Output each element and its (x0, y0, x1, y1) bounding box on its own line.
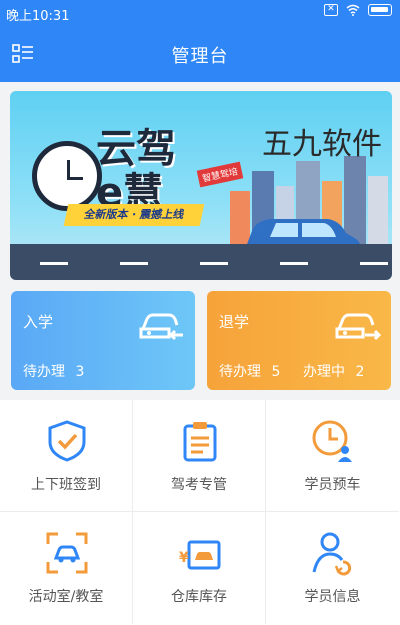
menu-item-label: 上下班签到 (31, 477, 101, 493)
shield-check-icon (48, 420, 86, 462)
car-out-icon (335, 313, 381, 341)
withdraw-card[interactable]: 退学 待办理 5 办理中 2 (207, 291, 391, 390)
menu-item-booking[interactable]: 学员预车 (266, 400, 399, 512)
enroll-pending: 待办理 3 (23, 361, 84, 381)
enroll-pending-label: 待办理 (23, 364, 65, 380)
menu-item-label: 仓库库存 (171, 589, 227, 605)
withdraw-processing-count: 2 (355, 364, 365, 380)
withdraw-card-title: 退学 (219, 313, 250, 331)
navbar: 管理台 (0, 26, 400, 82)
page-title: 管理台 (171, 46, 229, 67)
banner-slogan: 全新版本 · 震撼上线 (63, 204, 205, 226)
clipboard-icon (183, 422, 217, 462)
status-time: 晚上10:31 (6, 9, 70, 24)
withdraw-pending: 待办理 5 (219, 361, 280, 381)
warehouse-car-icon: ¥ (179, 540, 221, 570)
battery-icon (368, 4, 392, 16)
status-icons: ✕ (324, 4, 392, 16)
withdraw-pending-count: 5 (271, 364, 281, 380)
enroll-pending-count: 3 (75, 364, 85, 380)
menu-item-classroom[interactable]: 活动室/教室 (0, 512, 133, 624)
clock-user-icon (312, 420, 352, 462)
menu-item-warehouse[interactable]: ¥ 仓库库存 (133, 512, 266, 624)
clock-icon (32, 141, 102, 211)
status-bar: 晚上10:31 ✕ (0, 0, 400, 26)
menu-item-checkin[interactable]: 上下班签到 (0, 400, 133, 512)
watermark-text: 五九软件 (262, 127, 382, 162)
withdraw-processing: 办理中 2 (303, 361, 364, 381)
promo-banner[interactable]: 云驾e慧 智慧驾培 全新版本 · 震撼上线 五九软件 (10, 91, 392, 280)
banner-logo-text: 云驾e慧 (96, 126, 176, 216)
road (10, 244, 392, 280)
menu-item-label: 学员信息 (304, 589, 361, 605)
wifi-icon (346, 4, 360, 16)
menu-item-exam[interactable]: 驾考专管 (133, 400, 266, 512)
withdraw-pending-label: 待办理 (219, 364, 261, 380)
car-in-icon (139, 313, 183, 341)
menu-item-student-info[interactable]: 学员信息 (266, 512, 399, 624)
menu-item-label: 驾考专管 (171, 477, 227, 493)
enroll-card-title: 入学 (23, 313, 54, 331)
user-refresh-icon (312, 532, 352, 576)
menu-item-label: 活动室/教室 (28, 589, 104, 605)
withdraw-processing-label: 办理中 (303, 364, 345, 380)
function-grid: 上下班签到 驾考专管 学员预车 活动室/教室 ¥ 仓库库存 学员信息 (0, 400, 400, 625)
notification-icon: ✕ (324, 4, 338, 16)
svg-text:¥: ¥ (179, 550, 189, 566)
enroll-card[interactable]: 入学 待办理 3 (11, 291, 195, 390)
car-frame-icon (46, 532, 88, 574)
menu-item-label: 学员预车 (304, 477, 361, 493)
